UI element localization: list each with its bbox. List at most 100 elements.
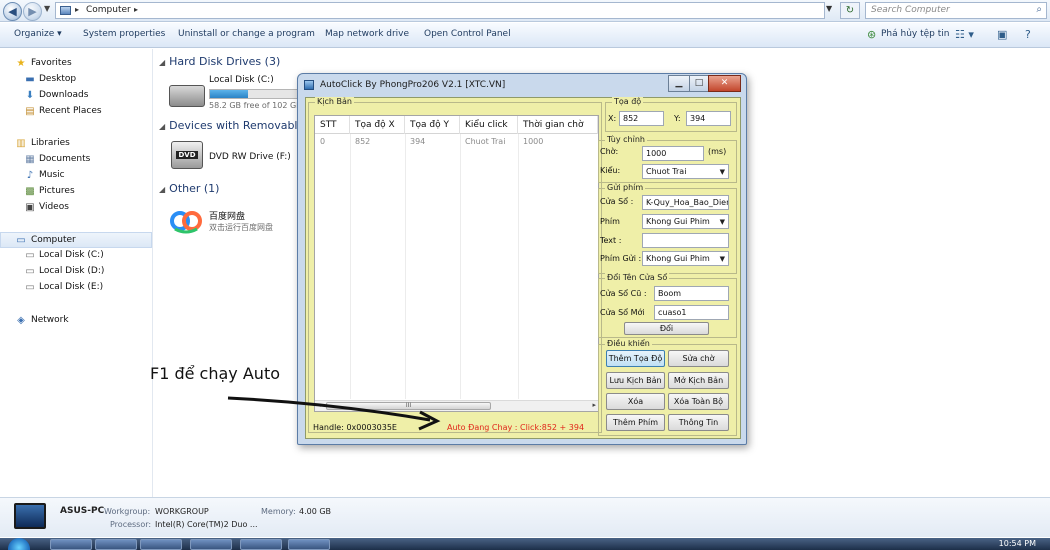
chevron-down-icon[interactable]: ▼ — [720, 218, 725, 226]
help-icon[interactable]: ? — [1025, 28, 1031, 41]
chevron-down-icon[interactable]: ▼ — [720, 168, 725, 176]
column-x[interactable]: Tọa độ X — [350, 116, 405, 134]
taskbar-explorer-icon[interactable] — [95, 539, 137, 550]
old-window-label: Cửa Sổ Cũ : — [600, 289, 647, 298]
table-row[interactable]: 0 852 394 Chuot Trai 1000 — [315, 135, 598, 149]
info-button[interactable]: Thông Tin — [668, 414, 729, 431]
text-input[interactable] — [642, 233, 729, 248]
minimize-icon[interactable]: ▁ — [668, 75, 690, 92]
wait-label: Chờ: — [600, 147, 619, 156]
nav-music[interactable]: ♪ Music — [0, 168, 152, 184]
disk-c-name[interactable]: Local Disk (C:) — [209, 75, 274, 85]
taskbar-app-icon[interactable] — [240, 539, 282, 550]
dvd-drive-icon[interactable]: DVD — [171, 141, 203, 169]
column-stt[interactable]: STT — [315, 116, 350, 134]
old-window-input[interactable]: Boom — [654, 286, 729, 301]
dvd-drive-name[interactable]: DVD RW Drive (F:) — [209, 152, 291, 162]
taskbar-app-icon[interactable] — [288, 539, 330, 550]
preview-pane-icon[interactable]: ▣ — [997, 28, 1007, 41]
column-wait-time[interactable]: Thời gian chờ — [518, 116, 598, 134]
taskbar-ie-icon[interactable] — [50, 539, 92, 550]
edit-wait-button[interactable]: Sửa chờ — [668, 350, 729, 367]
nav-pictures[interactable]: ▩ Pictures — [0, 184, 152, 200]
close-icon[interactable]: ✕ — [708, 75, 741, 92]
search-icon[interactable]: ⌕ — [1036, 4, 1042, 15]
maximize-icon[interactable]: □ — [689, 75, 709, 92]
address-box[interactable]: ▸ Computer ▸ — [55, 2, 825, 19]
workgroup-key: Workgroup: — [104, 507, 151, 516]
nav-computer[interactable]: ▭ Computer — [0, 232, 152, 248]
star-icon: ★ — [16, 58, 26, 69]
change-view-icon[interactable]: ☷ ▾ — [955, 28, 974, 41]
taskbar-app-icon[interactable] — [140, 539, 182, 550]
nav-disk-c[interactable]: ▭ Local Disk (C:) — [0, 248, 152, 264]
taskbar: 10:54 PM — [0, 538, 1050, 550]
y-input[interactable]: 394 — [686, 111, 731, 126]
scroll-thumb[interactable]: III — [326, 402, 491, 410]
x-label: X: — [608, 114, 617, 123]
open-control-panel-button[interactable]: Open Control Panel — [424, 29, 511, 39]
nav-favorites[interactable]: ★ Favorites — [0, 56, 152, 72]
window-input[interactable]: K-Quy_Hoa_Bao_Dien — [642, 195, 729, 210]
delete-button[interactable]: Xóa — [606, 393, 665, 410]
nav-downloads[interactable]: ⬇ Downloads — [0, 88, 152, 104]
refresh-icon[interactable]: ↻ — [840, 2, 860, 19]
map-network-drive-button[interactable]: Map network drive — [325, 29, 409, 39]
column-y[interactable]: Tọa độ Y — [405, 116, 460, 134]
nav-network[interactable]: ◈ Network — [0, 313, 152, 329]
baidu-netdisk-icon[interactable] — [169, 205, 203, 235]
send-key-select[interactable]: Khong Gui Phim ▼ — [642, 251, 729, 266]
breadcrumb-computer[interactable]: Computer — [86, 5, 131, 15]
drive-icon: ▭ — [25, 282, 35, 293]
shred-icon[interactable]: ⊛ — [867, 28, 876, 41]
cell-y: 394 — [410, 137, 426, 146]
key-select[interactable]: Khong Gui Phim ▼ — [642, 214, 729, 229]
chevron-down-icon[interactable]: ▼ — [720, 255, 725, 263]
scroll-left-icon[interactable]: ◂ — [317, 401, 321, 409]
back-icon[interactable]: ◀ — [3, 2, 22, 21]
nav-recent-places[interactable]: ▤ Recent Places — [0, 104, 152, 120]
column-click-type[interactable]: Kiểu click — [460, 116, 518, 134]
hard-drive-icon[interactable] — [169, 85, 205, 107]
autoclick-titlebar[interactable]: AutoClick By PhongPro206 V2.1 [XTC.VN] ▁… — [298, 74, 746, 96]
start-button-icon[interactable] — [8, 538, 30, 550]
open-script-button[interactable]: Mở Kịch Bản — [668, 372, 729, 389]
collapse-icon[interactable]: ◢ — [159, 122, 165, 131]
uninstall-program-button[interactable]: Uninstall or change a program — [178, 29, 315, 39]
taskbar-app-icon[interactable] — [190, 539, 232, 550]
group-other[interactable]: ◢ Other (1) — [159, 182, 219, 195]
nav-disk-d[interactable]: ▭ Local Disk (D:) — [0, 264, 152, 280]
scroll-right-icon[interactable]: ▸ — [592, 401, 596, 409]
address-dropdown-icon[interactable]: ▼ — [826, 4, 832, 13]
nav-desktop[interactable]: ▬ Desktop — [0, 72, 152, 88]
forward-icon[interactable]: ▶ — [23, 2, 42, 21]
delete-all-button[interactable]: Xóa Toàn Bộ — [668, 393, 729, 410]
collapse-icon[interactable]: ◢ — [159, 185, 165, 194]
breadcrumb-separator-icon[interactable]: ▸ — [75, 5, 79, 14]
rename-button[interactable]: Đổi — [624, 322, 709, 335]
search-input[interactable]: Search Computer ⌕ — [865, 2, 1047, 19]
baidu-netdisk-name[interactable]: 百度网盘 — [209, 209, 245, 222]
script-listview[interactable]: STT Tọa độ X Tọa độ Y Kiểu click Thời gi… — [314, 115, 599, 412]
nav-disk-e[interactable]: ▭ Local Disk (E:) — [0, 280, 152, 296]
add-coordinate-button[interactable]: Thêm Tọa Độ — [606, 350, 665, 367]
taskbar-clock[interactable]: 10:54 PM — [999, 539, 1036, 548]
nav-videos[interactable]: ▣ Videos — [0, 200, 152, 216]
history-dropdown-icon[interactable]: ▼ — [44, 4, 50, 13]
breadcrumb-chevron-icon[interactable]: ▸ — [134, 5, 138, 14]
new-window-input[interactable]: cuaso1 — [654, 305, 729, 320]
save-script-button[interactable]: Lưu Kịch Bản — [606, 372, 665, 389]
horizontal-scrollbar[interactable]: ◂ III ▸ — [315, 400, 598, 411]
group-removable-devices[interactable]: ◢ Devices with Removable — [159, 119, 304, 132]
system-properties-button[interactable]: System properties — [83, 29, 165, 39]
x-input[interactable]: 852 — [619, 111, 664, 126]
nav-libraries[interactable]: ▥ Libraries — [0, 136, 152, 152]
wait-input[interactable]: 1000 — [642, 146, 704, 161]
organize-button[interactable]: Organize ▾ — [14, 29, 62, 39]
shred-file-button[interactable]: Phá hủy tệp tin — [881, 29, 949, 39]
collapse-icon[interactable]: ◢ — [159, 58, 165, 67]
add-key-button[interactable]: Thêm Phím — [606, 414, 665, 431]
group-hard-disk-drives[interactable]: ◢ Hard Disk Drives (3) — [159, 55, 280, 68]
nav-documents[interactable]: ▦ Documents — [0, 152, 152, 168]
click-type-select[interactable]: Chuot Trai ▼ — [642, 164, 729, 179]
